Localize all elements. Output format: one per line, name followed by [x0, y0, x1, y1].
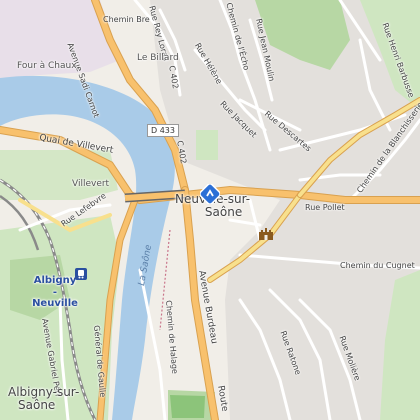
- label-chemin-cugnet: Chemin du Cugnet: [340, 261, 415, 270]
- label-neuville-line2: Saône: [204, 205, 243, 220]
- label-rue-pollet: Rue Pollet: [305, 203, 345, 212]
- map-view[interactable]: Chemin Bre Avenue Sadi Carnot Rue Rey Lo…: [0, 0, 420, 420]
- label-albigny-line2: Saône: [18, 398, 56, 413]
- castle-monument-icon[interactable]: [258, 227, 274, 241]
- train-station-icon[interactable]: [75, 268, 87, 280]
- label-le-billard: Le Billard: [137, 53, 179, 63]
- road-number-d433: D 433: [147, 124, 179, 137]
- sports-pitch: [170, 395, 205, 418]
- label-albigny-station: Albigny - Neuville: [32, 275, 78, 309]
- label-albigny: Albigny-sur- Saône: [8, 385, 79, 413]
- park-center: [196, 130, 218, 160]
- label-four-a-chaux: Four à Chaux: [17, 61, 77, 71]
- label-villevert: Villevert: [72, 179, 110, 189]
- label-chemin-bretto: Chemin Bre: [103, 15, 150, 24]
- tourism-info-pin-icon[interactable]: [200, 184, 220, 204]
